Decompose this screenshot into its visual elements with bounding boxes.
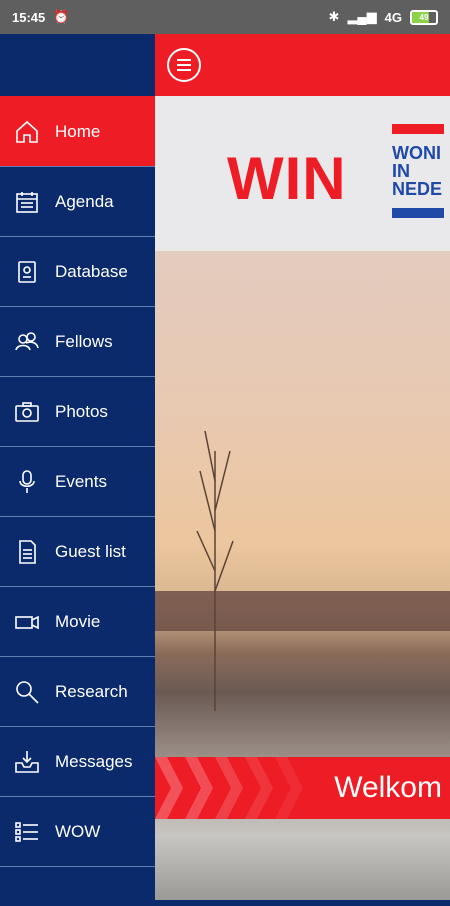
welcome-banner[interactable]: Welkom	[155, 757, 450, 819]
sidebar-item-messages[interactable]: Messages	[0, 726, 155, 796]
app-header	[155, 34, 450, 96]
home-icon	[12, 117, 42, 147]
main-content: WIN WONI IN NEDE Welkom	[155, 34, 450, 900]
sidebar-item-movie[interactable]: Movie	[0, 586, 155, 656]
database-icon	[12, 257, 42, 287]
hamburger-icon[interactable]	[167, 48, 201, 82]
calendar-icon	[12, 187, 42, 217]
hero-image: Welkom	[155, 251, 450, 900]
sidebar-item-label: WOW	[55, 821, 101, 841]
welcome-text: Welkom	[334, 771, 442, 804]
sidebar-item-photos[interactable]: Photos	[0, 376, 155, 446]
sidebar-item-label: Guest list	[55, 541, 126, 561]
tree-illustration	[196, 430, 234, 711]
document-icon	[12, 537, 42, 567]
people-icon	[12, 327, 42, 357]
microphone-icon	[12, 467, 42, 497]
chevron-pattern-icon	[155, 757, 303, 819]
sidebar-item-fellows[interactable]: Fellows	[0, 306, 155, 376]
sidebar-item-more[interactable]	[0, 866, 155, 906]
sidebar-item-label: Database	[55, 261, 128, 281]
sidebar-item-label: Photos	[55, 401, 108, 421]
navigation-drawer: Home Agenda Database Fellows Photos Even…	[0, 34, 155, 900]
sidebar-item-agenda[interactable]: Agenda	[0, 166, 155, 236]
sidebar-item-label: Events	[55, 471, 107, 491]
sidebar-item-wow[interactable]: WOW	[0, 796, 155, 866]
sidebar-item-research[interactable]: Research	[0, 656, 155, 726]
logo-blue-bar	[392, 208, 444, 218]
search-icon	[12, 677, 42, 707]
network-type: 4G	[384, 9, 402, 25]
sidebar-item-database[interactable]: Database	[0, 236, 155, 306]
logo-text: WONI IN NEDE	[392, 143, 443, 199]
logo-banner: WIN WONI IN NEDE	[155, 96, 450, 251]
sidebar-item-label: Messages	[55, 751, 133, 771]
camera-icon	[12, 397, 42, 427]
status-time: 15:45	[12, 9, 46, 25]
alarm-icon: ⏰	[53, 9, 70, 24]
sidebar-item-label: Research	[55, 681, 128, 701]
sidebar-item-label: Movie	[55, 611, 101, 631]
logo-win: WIN	[227, 145, 347, 212]
bluetooth-icon: ✱	[328, 9, 340, 24]
status-bar: 15:45 ⏰ ✱ ▂▄▆ 4G 49	[0, 0, 450, 34]
list-icon	[12, 817, 42, 847]
sidebar-item-home[interactable]: Home	[0, 96, 155, 166]
sidebar-item-label: Home	[55, 121, 101, 141]
inbox-icon	[12, 747, 42, 777]
sidebar-item-label: Fellows	[55, 331, 113, 351]
signal-icon: ▂▄▆	[347, 9, 377, 24]
sidebar-item-guest-list[interactable]: Guest list	[0, 516, 155, 586]
sidebar-item-label: Agenda	[55, 191, 114, 211]
battery-icon: 49	[410, 9, 438, 25]
video-icon	[12, 607, 42, 637]
sidebar-item-events[interactable]: Events	[0, 446, 155, 516]
